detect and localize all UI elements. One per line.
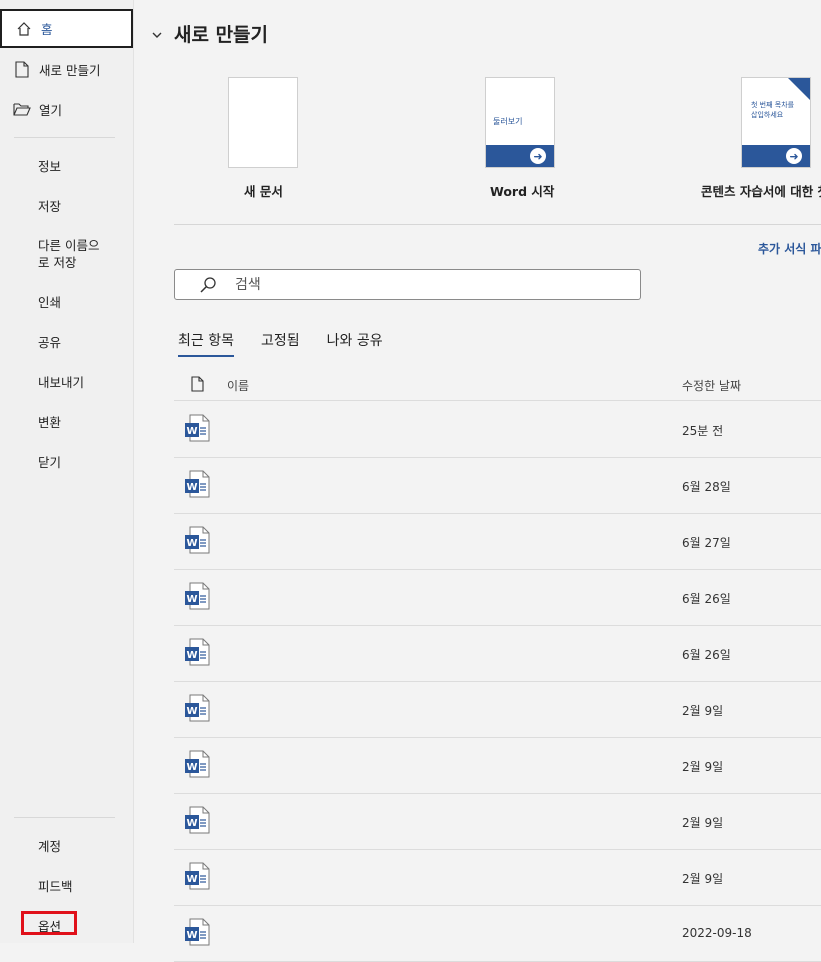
file-modified-date: 6월 27일 xyxy=(682,536,731,550)
word-file-icon: W xyxy=(184,862,210,890)
template-toc-tutorial[interactable]: 첫 번째 목차를 삽입하세요 ➜ 콘텐츠 자습서에 대한 첫 xyxy=(701,77,821,199)
file-modified-date: 2월 9일 xyxy=(682,816,724,830)
tab-recent[interactable]: 최근 항목 xyxy=(178,330,234,357)
file-modified-date: 6월 26일 xyxy=(682,592,731,606)
nav-account[interactable]: 계정 xyxy=(0,825,133,865)
sidebar-divider xyxy=(14,817,115,818)
section-divider xyxy=(174,224,821,225)
template-caption: 새 문서 xyxy=(244,184,283,199)
file-tabs: 최근 항목 고정됨 나와 공유 xyxy=(178,330,410,357)
template-thumb-text: 둘러보기 xyxy=(493,117,523,126)
file-modified-date: 2022-09-18 xyxy=(682,926,752,940)
column-modified[interactable]: 수정한 날짜 xyxy=(682,377,741,394)
template-blank[interactable]: 새 문서 xyxy=(228,77,298,199)
file-row[interactable]: W 6월 26일 xyxy=(174,625,821,682)
file-row[interactable]: W 25분 전 xyxy=(174,401,821,458)
more-templates-link[interactable]: 추가 서식 파 xyxy=(758,240,821,257)
file-modified-date: 6월 28일 xyxy=(682,480,731,494)
chevron-down-icon[interactable] xyxy=(151,29,163,41)
svg-text:W: W xyxy=(186,482,197,493)
section-title: 새로 만들기 xyxy=(174,24,269,46)
nav-print[interactable]: 인쇄 xyxy=(0,281,133,321)
template-thumbnail: 첫 번째 목차를 삽입하세요 ➜ xyxy=(741,77,811,168)
svg-text:W: W xyxy=(186,818,197,829)
tab-pinned[interactable]: 고정됨 xyxy=(261,330,300,357)
file-row[interactable]: W 2월 9일 xyxy=(174,737,821,794)
file-row[interactable]: W 2월 9일 xyxy=(174,793,821,850)
search-input[interactable] xyxy=(233,275,617,294)
svg-text:W: W xyxy=(186,594,197,605)
nav-home-label: 홈 xyxy=(41,22,53,37)
file-modified-date: 2월 9일 xyxy=(682,760,724,774)
home-icon xyxy=(15,20,33,38)
svg-text:W: W xyxy=(186,874,197,885)
arrow-right-icon: ➜ xyxy=(530,148,546,164)
nav-share[interactable]: 공유 xyxy=(0,321,133,361)
home-main: 새로 만들기 새 문서 둘러보기 ➜ Word 시작 첫 번째 목차를 삽입하세… xyxy=(134,0,821,962)
tab-shared[interactable]: 나와 공유 xyxy=(327,330,383,357)
file-row[interactable]: W 2월 9일 xyxy=(174,681,821,738)
search-box[interactable] xyxy=(174,269,641,300)
nav-save-as[interactable]: 다른 이름으로 저장 xyxy=(0,232,100,276)
template-thumbnail xyxy=(228,77,298,168)
arrow-right-icon: ➜ xyxy=(786,148,802,164)
file-modified-date: 2월 9일 xyxy=(682,704,724,718)
backstage-sidebar: 홈 새로 만들기 열기 정보 저장 다른 이름으로 저장 인쇄 공유 내보내기 … xyxy=(0,0,134,943)
svg-text:W: W xyxy=(186,426,197,437)
word-file-icon: W xyxy=(184,918,210,946)
template-thumb-text: 첫 번째 목차를 삽입하세요 xyxy=(751,101,795,119)
file-modified-date: 6월 26일 xyxy=(682,648,731,662)
nav-export[interactable]: 내보내기 xyxy=(0,361,133,401)
nav-save[interactable]: 저장 xyxy=(0,185,133,225)
template-caption: Word 시작 xyxy=(490,184,555,199)
nav-open[interactable]: 열기 xyxy=(0,89,133,129)
file-row[interactable]: W 6월 26일 xyxy=(174,569,821,626)
thumb-corner xyxy=(788,78,810,100)
nav-open-label: 열기 xyxy=(39,102,63,118)
word-file-icon: W xyxy=(184,470,210,498)
word-file-icon: W xyxy=(184,638,210,666)
svg-text:W: W xyxy=(186,762,197,773)
word-file-icon: W xyxy=(184,414,210,442)
svg-text:W: W xyxy=(186,650,197,661)
nav-close[interactable]: 닫기 xyxy=(0,441,133,481)
document-icon xyxy=(13,60,31,78)
word-file-icon: W xyxy=(184,806,210,834)
search-icon xyxy=(200,276,216,293)
word-file-icon: W xyxy=(184,694,210,722)
file-row[interactable]: W 6월 27일 xyxy=(174,513,821,570)
svg-text:W: W xyxy=(186,538,197,549)
nav-transform[interactable]: 변환 xyxy=(0,401,133,441)
file-list-header: 이름 수정한 날짜 xyxy=(174,370,821,401)
nav-info[interactable]: 정보 xyxy=(0,145,133,185)
template-thumbnail: 둘러보기 ➜ xyxy=(485,77,555,168)
template-caption: 콘텐츠 자습서에 대한 첫 xyxy=(701,184,821,199)
nav-feedback[interactable]: 피드백 xyxy=(0,865,133,905)
options-highlight-box xyxy=(21,911,77,935)
template-word-start[interactable]: 둘러보기 ➜ Word 시작 xyxy=(485,77,555,199)
word-file-icon: W xyxy=(184,750,210,778)
nav-home[interactable]: 홈 xyxy=(0,9,133,48)
file-row[interactable]: W 2월 9일 xyxy=(174,849,821,906)
svg-text:W: W xyxy=(186,706,197,717)
word-file-icon: W xyxy=(184,582,210,610)
folder-open-icon xyxy=(13,100,31,118)
svg-text:W: W xyxy=(186,930,197,941)
file-row[interactable]: W 2022-09-18 xyxy=(174,905,821,962)
nav-new[interactable]: 새로 만들기 xyxy=(0,49,133,89)
file-modified-date: 25분 전 xyxy=(682,424,724,438)
file-modified-date: 2월 9일 xyxy=(682,872,724,886)
sidebar-divider xyxy=(14,137,115,138)
column-name[interactable]: 이름 xyxy=(227,377,249,394)
nav-new-label: 새로 만들기 xyxy=(39,62,101,78)
file-type-icon xyxy=(191,376,204,392)
file-row[interactable]: W 6월 28일 xyxy=(174,457,821,514)
word-file-icon: W xyxy=(184,526,210,554)
